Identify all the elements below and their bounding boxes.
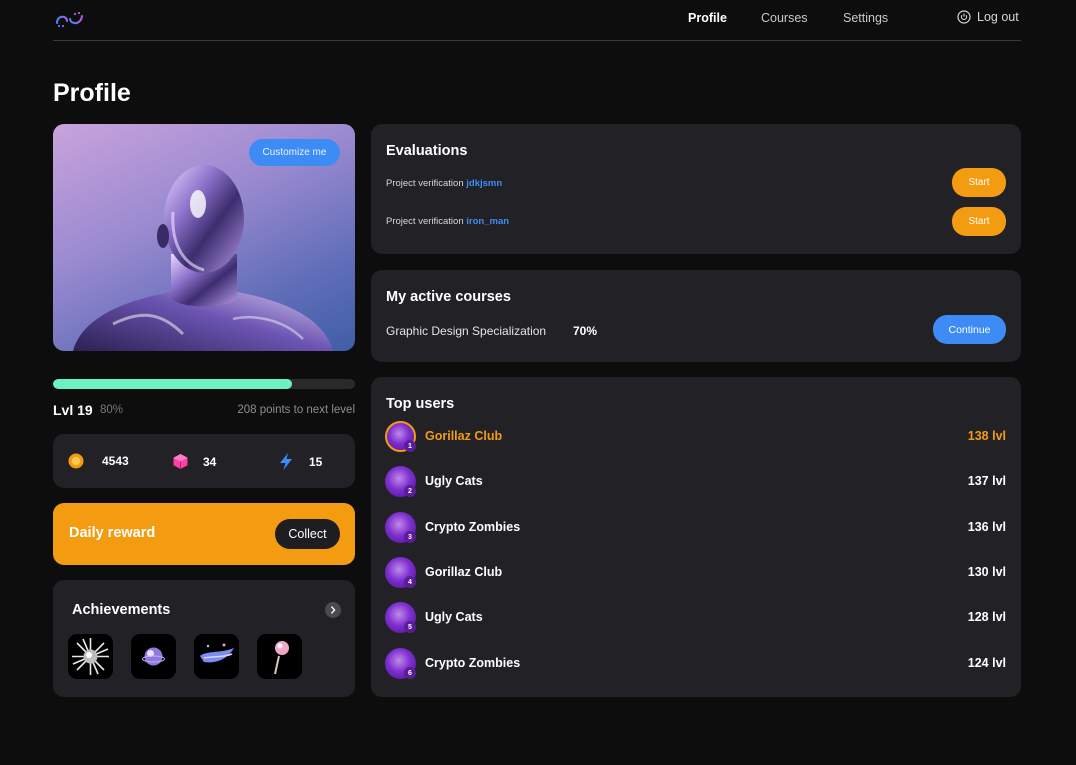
- top-user-row[interactable]: 4 Gorillaz Club 130 lvl: [385, 557, 1006, 589]
- bubble-achievement[interactable]: [131, 634, 176, 679]
- nav-link-profile[interactable]: Profile: [688, 11, 727, 25]
- wing-achievement[interactable]: [194, 634, 239, 679]
- power-icon: [957, 10, 971, 24]
- evaluation-user-link[interactable]: iron_man: [466, 216, 509, 227]
- customize-avatar-button[interactable]: Customize me: [249, 139, 340, 166]
- logout-label: Log out: [977, 10, 1019, 24]
- active-courses-card: My active courses Graphic Design Special…: [371, 270, 1021, 362]
- evaluations-card: Evaluations Project verification jdkjsmn…: [371, 124, 1021, 254]
- daily-reward-card: Daily reward Collect: [53, 503, 355, 565]
- user-name: Crypto Zombies: [425, 520, 521, 534]
- user-rank-badge: 6: [404, 667, 416, 679]
- course-name: Graphic Design Specialization: [386, 324, 547, 338]
- chevron-right-icon: [331, 606, 336, 614]
- evaluation-user-link[interactable]: jdkjsmn: [466, 178, 502, 189]
- spiky-star-icon: [72, 638, 109, 675]
- achievements-title: Achievements: [72, 602, 171, 618]
- nav-link-settings[interactable]: Settings: [843, 11, 888, 25]
- top-user-row[interactable]: 1 Gorillaz Club 138 lvl: [385, 421, 1006, 453]
- energy-value: 15: [309, 454, 323, 469]
- user-name: Gorillaz Club: [425, 565, 503, 579]
- evaluation-text: Project verification: [386, 216, 464, 227]
- user-name: Crypto Zombies: [425, 656, 521, 670]
- coin-icon: [68, 453, 84, 469]
- evaluation-row: Project verification jdkjsmn: [386, 178, 502, 189]
- achievements-card: Achievements: [53, 580, 355, 697]
- user-name: Ugly Cats: [425, 474, 483, 488]
- evaluation-row: Project verification iron_man: [386, 216, 509, 227]
- user-name: Ugly Cats: [425, 610, 483, 624]
- avatar-card: Customize me: [53, 124, 355, 351]
- start-evaluation-button[interactable]: Start: [952, 168, 1006, 197]
- spiky-star-achievement[interactable]: [68, 634, 113, 679]
- user-rank-badge: 4: [404, 576, 416, 588]
- start-evaluation-button[interactable]: Start: [952, 207, 1006, 236]
- coins-stat: 4543: [68, 453, 129, 469]
- level-label: Lvl 19: [53, 402, 93, 418]
- collect-button[interactable]: Collect: [275, 519, 340, 549]
- course-progress: 70%: [573, 324, 598, 338]
- user-rank-badge: 5: [404, 621, 416, 633]
- user-level: 138 lvl: [967, 429, 1006, 443]
- daily-reward-title: Daily reward: [69, 525, 156, 541]
- nav-link-courses[interactable]: Courses: [761, 11, 808, 25]
- evaluations-title: Evaluations: [386, 143, 468, 159]
- wing-icon: [200, 643, 234, 663]
- cubes-value: 34: [203, 454, 217, 469]
- user-level: 130 lvl: [967, 565, 1006, 579]
- lollipop-icon: [274, 641, 289, 675]
- coins-value: 4543: [102, 454, 129, 468]
- user-rank-badge: 2: [404, 485, 416, 497]
- user-level: 136 lvl: [967, 520, 1006, 534]
- logout-button[interactable]: Log out: [957, 10, 1019, 24]
- user-rank-badge: 1: [404, 440, 416, 452]
- top-user-row[interactable]: 6 Crypto Zombies 124 lvl: [385, 648, 1006, 680]
- level-percent: 80%: [100, 404, 124, 416]
- lollipop-achievement[interactable]: [257, 634, 302, 679]
- stats-card: 4543 34 15: [53, 434, 355, 488]
- bubble-icon: [142, 647, 165, 666]
- cubes-stat: 34: [172, 453, 216, 470]
- user-level: 124 lvl: [967, 656, 1006, 670]
- user-level: 128 lvl: [967, 610, 1006, 624]
- continue-course-button[interactable]: Continue: [933, 315, 1006, 344]
- top-users-title: Top users: [386, 396, 455, 412]
- app-logo-icon[interactable]: [55, 10, 85, 28]
- level-progress-bar: [53, 379, 355, 389]
- cube-icon: [173, 454, 188, 469]
- evaluation-text: Project verification: [386, 178, 464, 189]
- level-progress-fill: [53, 379, 292, 389]
- top-user-row[interactable]: 3 Crypto Zombies 136 lvl: [385, 512, 1006, 544]
- achievements-next-button[interactable]: [325, 602, 341, 618]
- top-user-row[interactable]: 2 Ugly Cats 137 lvl: [385, 466, 1006, 498]
- lightning-icon: [280, 453, 292, 470]
- top-users-card: Top users 1 Gorillaz Club 138 lvl 2 Ugly…: [371, 377, 1021, 697]
- user-level: 137 lvl: [967, 474, 1006, 488]
- page-title: Profile: [53, 79, 131, 107]
- user-name: Gorillaz Club: [425, 429, 503, 443]
- active-courses-title: My active courses: [386, 289, 511, 305]
- next-level-text: 208 points to next level: [237, 404, 355, 416]
- user-rank-badge: 3: [404, 531, 416, 543]
- energy-stat: 15: [279, 453, 322, 470]
- top-user-row[interactable]: 5 Ugly Cats 128 lvl: [385, 602, 1006, 634]
- top-nav: Profile Courses Settings Log out: [53, 0, 1021, 41]
